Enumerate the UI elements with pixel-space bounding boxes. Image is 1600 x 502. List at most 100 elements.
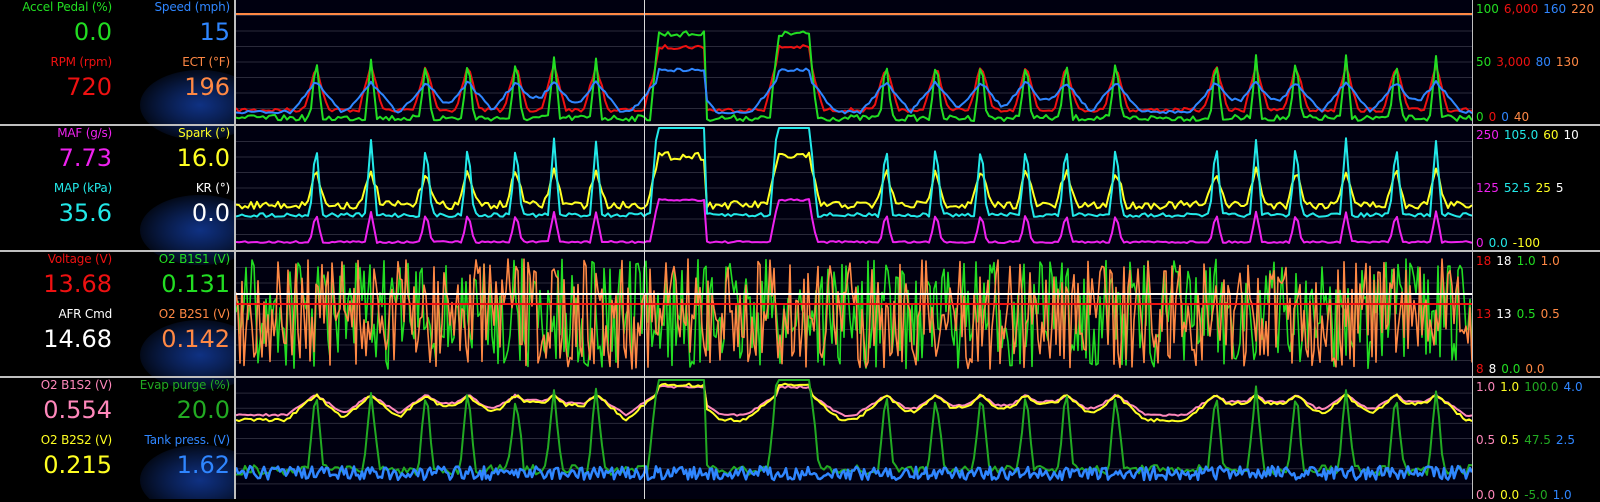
scale-tick-label: 13 [1476,307,1492,321]
row-divider [0,376,1600,378]
scale-tick-label: 0.0 [1488,236,1508,250]
scale-row: 0.5 0.5 47.5 2.5 [1476,433,1580,447]
gauge-label: Evap purge (%) [139,378,230,392]
scale-tick-label: 0.0 [1501,362,1521,376]
scale-row: 250 105.0 60 10 [1476,128,1584,142]
scale-tick-label: 160 [1543,2,1567,16]
scale-tick-label: 1.0 [1500,380,1520,394]
scale-row: 1.0 1.0 100.0 4.0 [1476,380,1588,394]
row-divider [0,124,1600,126]
scale-tick-label: 2.5 [1555,433,1575,447]
gauge-cell[interactable]: Evap purge (%) 20.0 [118,378,236,440]
scale-row: 18 18 1.0 1.0 [1476,254,1565,268]
gauge-cell[interactable]: MAP (kPa) 35.6 [0,181,118,243]
scale-tick-label: 0.0 [1500,488,1520,502]
scale-tick-label: 0.5 [1476,433,1496,447]
row-divider [0,250,1600,252]
gauge-label: Voltage (V) [47,252,112,266]
scale-tick-label: 3,000 [1496,55,1531,69]
gauge-value: 15 [199,18,230,46]
scale-tick-label: 50 [1476,55,1492,69]
gauge-cell[interactable]: KR (°) 0.0 [118,181,236,243]
gauge-label: Speed (mph) [154,0,230,14]
scale-tick-label: 0.5 [1540,307,1560,321]
gauge-cell[interactable]: O2 B1S2 (V) 0.554 [0,378,118,440]
scale-tick-label: 4.0 [1563,380,1583,394]
scale-tick-label: 5 [1555,181,1564,195]
scale-tick-label: -100 [1512,236,1540,250]
scale-row: 125 52.5 25 5 [1476,181,1569,195]
scale-tick-label: 6,000 [1503,2,1539,16]
scale-tick-label: 1.0 [1540,254,1560,268]
scale-tick-label: 8 [1476,362,1484,376]
gauge-cell[interactable]: O2 B2S2 (V) 0.215 [0,433,118,495]
time-cursor[interactable] [644,0,645,499]
gauge-cell[interactable]: O2 B1S1 (V) 0.131 [118,252,236,314]
gauge-label: O2 B2S1 (V) [158,307,230,321]
gauge-value: 0.131 [161,270,230,298]
scale-tick-label: 100.0 [1524,380,1559,394]
scale-tick-label: 1.0 [1476,380,1496,394]
gauge-label: O2 B1S2 (V) [40,378,112,392]
gauge-value: 0.215 [43,451,112,479]
scale-row: 100 6,000 160 220 [1476,2,1599,16]
scale-tick-label: 0 [1476,236,1484,250]
scale-tick-label: 18 [1476,254,1492,268]
scale-tick-label: 0.0 [1525,362,1545,376]
gauge-value: 13.68 [43,270,112,298]
gauge-value: 0.142 [161,325,230,353]
gauge-label: O2 B2S2 (V) [40,433,112,447]
scale-tick-label: 25 [1535,181,1551,195]
gauge-label: Tank press. (V) [144,433,231,447]
gauge-value: 20.0 [176,396,230,424]
scale-tick-label: 0.5 [1500,433,1520,447]
gauge-value: 35.6 [58,199,112,227]
gauge-cell[interactable]: Voltage (V) 13.68 [0,252,118,314]
scale-tick-label: 0 [1501,110,1509,124]
gauge-cell[interactable]: ECT (°F) 196 [118,55,236,117]
gauge-label: Spark (°) [178,126,230,140]
scale-tick-label: 47.5 [1524,433,1551,447]
scale-tick-label: 10 [1563,128,1579,142]
scale-row: 0.0 0.0 -5.0 1.0 [1476,488,1577,502]
scale-tick-label: 0.0 [1476,488,1496,502]
gauge-cell[interactable]: RPM (rpm) 720 [0,55,118,117]
gauge-cell[interactable]: Spark (°) 16.0 [118,126,236,188]
gauge-cell[interactable]: Speed (mph) 15 [118,0,236,62]
scale-tick-label: 0 [1488,110,1497,124]
scale-tick-label: 1.0 [1552,488,1572,502]
scale-tick-label: 8 [1488,362,1497,376]
gauge-value: 0.554 [43,396,112,424]
gauge-cell[interactable]: Tank press. (V) 1.62 [118,433,236,495]
gauge-label: AFR Cmd [58,307,112,321]
gauge-value: 16.0 [176,144,230,172]
scale-tick-label: 125 [1476,181,1499,195]
scale-tick-label: 130 [1555,55,1579,69]
scale-tick-label: 1.0 [1516,254,1536,268]
gauge-label: KR (°) [195,181,230,195]
gauge-value: 720 [66,73,112,101]
scale-row: 8 8 0.0 0.0 [1476,362,1549,376]
scale-tick-label: 60 [1543,128,1559,142]
scale-tick-label: 100 [1476,2,1499,16]
scale-tick-label: 13 [1496,307,1512,321]
gauge-label: O2 B1S1 (V) [158,252,230,266]
gauge-value: 196 [184,73,230,101]
scale-tick-label: 250 [1476,128,1499,142]
gauge-cell[interactable]: O2 B2S1 (V) 0.142 [118,307,236,369]
gauge-label: RPM (rpm) [50,55,112,69]
gauge-label: MAF (g/s) [57,126,112,140]
scale-tick-label: 40 [1513,110,1530,124]
gauge-cell[interactable]: AFR Cmd 14.68 [0,307,118,369]
scale-tick-label: 52.5 [1503,181,1531,195]
gauge-value: 14.68 [43,325,112,353]
gauge-cell[interactable]: MAF (g/s) 7.73 [0,126,118,188]
gauge-value: 0.0 [73,18,112,46]
gauge-value: 1.62 [176,451,230,479]
scale-tick-label: 105.0 [1503,128,1539,142]
scale-row: 0 0.0 -100 [1476,236,1550,250]
gauge-value: 7.73 [58,144,112,172]
gauge-label: Accel Pedal (%) [22,0,112,14]
gauge-label: MAP (kPa) [53,181,112,195]
gauge-cell[interactable]: Accel Pedal (%) 0.0 [0,0,118,62]
